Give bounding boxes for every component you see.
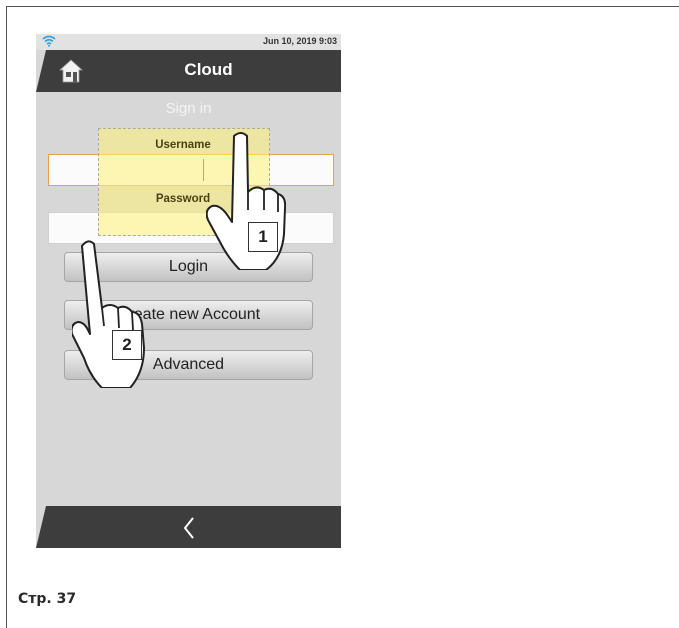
signin-heading: Sign in [165,100,212,117]
chevron-left-icon [183,517,194,539]
status-datetime: Jun 10, 2019 9:03 [262,36,337,46]
callout-badge-2: 2 [112,330,142,360]
page-caption: Стр. 37 [18,591,77,607]
bottom-bar [36,506,341,548]
header-title: Cloud [184,60,233,79]
callout-badge-1: 1 [248,222,278,252]
wifi-icon [42,35,56,47]
app-header: Cloud [36,50,341,92]
back-button[interactable] [174,514,204,542]
pointing-hand-icon [72,240,145,388]
status-bar: Jun 10, 2019 9:03 [36,34,341,50]
